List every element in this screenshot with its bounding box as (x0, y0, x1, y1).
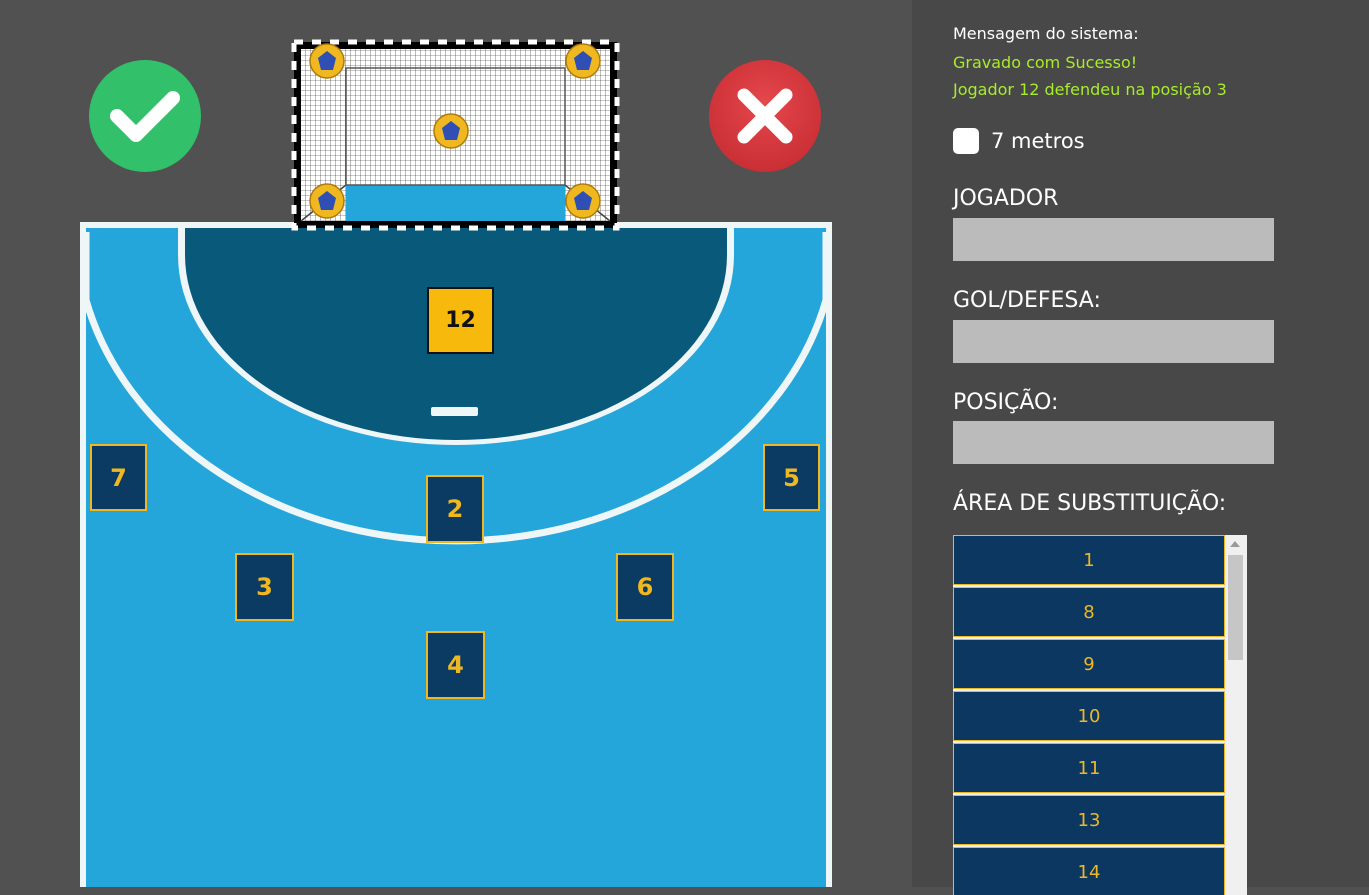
position-7-button[interactable]: 7 (90, 444, 147, 511)
goalkeeper-position[interactable]: 12 (427, 287, 494, 354)
keeper-line (431, 407, 478, 416)
system-message-line: Jogador 12 defendeu na posição 3 (953, 80, 1227, 99)
scroll-thumb[interactable] (1228, 555, 1243, 660)
system-message-title: Mensagem do sistema: (953, 24, 1139, 43)
seven-meters-toggle[interactable]: 7 metros (953, 128, 1085, 154)
substitute-item[interactable]: 1 (953, 535, 1225, 585)
substitute-item[interactable]: 10 (953, 691, 1225, 741)
cancel-button[interactable] (709, 60, 821, 172)
substitute-item[interactable]: 8 (953, 587, 1225, 637)
position-6-button[interactable]: 6 (616, 553, 674, 621)
system-message-line: Gravado com Sucesso! (953, 53, 1138, 72)
substitution-list[interactable]: 1 8 9 10 11 13 14 (953, 535, 1247, 895)
position-3-button[interactable]: 3 (235, 553, 294, 621)
side-panel: Mensagem do sistema: Gravado com Sucesso… (912, 0, 1369, 895)
ball-icon[interactable] (309, 183, 345, 219)
position-label: POSIÇÃO: (953, 390, 1059, 415)
goal-defense-label: GOL/DEFESA: (953, 288, 1101, 313)
ball-icon[interactable] (565, 183, 601, 219)
ball-icon[interactable] (433, 113, 469, 149)
goal-defense-field[interactable] (953, 320, 1274, 363)
close-icon (737, 88, 793, 144)
player-label: JOGADOR (953, 186, 1059, 211)
seven-meters-checkbox[interactable] (953, 128, 979, 154)
confirm-button[interactable] (89, 60, 201, 172)
scrollbar[interactable] (1225, 535, 1246, 895)
position-4-button[interactable]: 4 (426, 631, 485, 699)
goal-floor (346, 185, 565, 221)
position-field[interactable] (953, 421, 1274, 464)
seven-meters-label: 7 metros (991, 129, 1085, 153)
court-area: 12 7 5 2 3 6 4 (0, 0, 912, 887)
position-2-button[interactable]: 2 (426, 475, 484, 543)
substitute-item[interactable]: 9 (953, 639, 1225, 689)
substitute-item[interactable]: 13 (953, 795, 1225, 845)
player-field[interactable] (953, 218, 1274, 261)
ball-icon[interactable] (565, 43, 601, 79)
position-5-button[interactable]: 5 (763, 444, 820, 511)
scroll-up-icon[interactable] (1230, 541, 1240, 547)
substitution-area-label: ÁREA DE SUBSTITUIÇÃO: (953, 491, 1227, 516)
substitute-item[interactable]: 14 (953, 847, 1225, 895)
substitute-item[interactable]: 11 (953, 743, 1225, 793)
check-icon (110, 91, 180, 142)
ball-icon[interactable] (309, 43, 345, 79)
